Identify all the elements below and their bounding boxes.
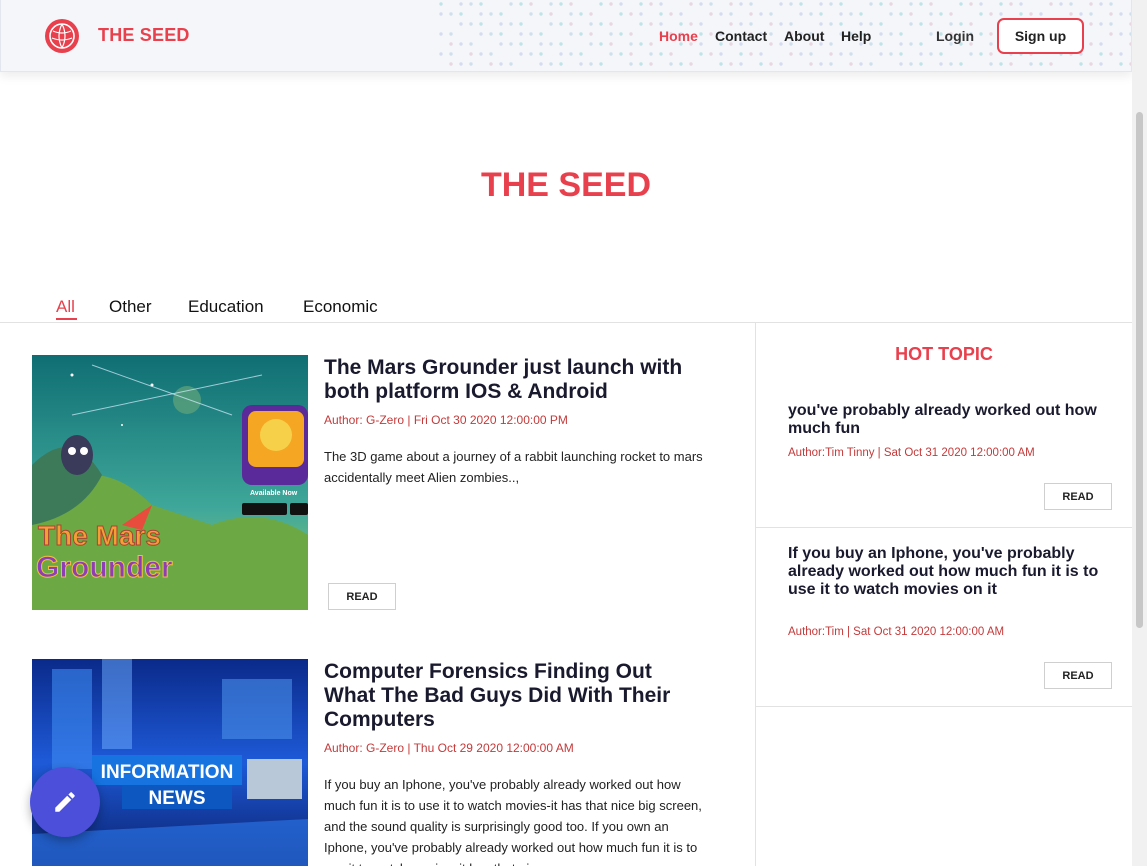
- brand-name[interactable]: THE SEED: [98, 25, 190, 46]
- read-button[interactable]: READ: [1044, 662, 1112, 689]
- pencil-icon: [55, 792, 75, 812]
- image-title-line1: The Mars: [38, 520, 161, 551]
- image-title-line2: NEWS: [149, 788, 206, 809]
- tab-economic[interactable]: Economic: [303, 297, 378, 317]
- post-title[interactable]: Computer Forensics Finding Out What The …: [324, 660, 704, 732]
- logo-globe-icon[interactable]: [45, 19, 79, 53]
- hero-title: THE SEED: [480, 166, 652, 204]
- tab-other[interactable]: Other: [109, 297, 152, 317]
- column-divider: [755, 322, 756, 866]
- page: THE SEED Home Contact About Help Login S…: [0, 0, 1147, 866]
- nav-contact[interactable]: Contact: [715, 28, 767, 44]
- nav-about[interactable]: About: [784, 28, 824, 44]
- read-button[interactable]: READ: [328, 583, 396, 610]
- hot-topic-divider: [756, 527, 1132, 528]
- hot-topic-item-title[interactable]: you've probably already worked out how m…: [788, 402, 1108, 438]
- hot-topic-item-meta: Author:Tim Tinny | Sat Oct 31 2020 12:00…: [788, 447, 1035, 459]
- write-post-button[interactable]: [30, 767, 100, 837]
- tab-all[interactable]: All: [56, 297, 75, 317]
- post-image-mars-grounder[interactable]: Available Now The Mars Grounder: [32, 355, 308, 610]
- post-title[interactable]: The Mars Grounder just launch with both …: [324, 356, 704, 404]
- read-button[interactable]: READ: [1044, 483, 1112, 510]
- hot-topic-divider: [756, 706, 1132, 707]
- post-description: The 3D game about a journey of a rabbit …: [324, 449, 703, 485]
- divider: [0, 322, 1132, 323]
- active-tab-indicator: [56, 318, 77, 320]
- image-available-text: Available Now: [250, 490, 298, 497]
- hot-topic-item-title[interactable]: If you buy an Iphone, you've probably al…: [788, 545, 1108, 599]
- hot-topic-item-meta: Author:Tim | Sat Oct 31 2020 12:00:00 AM: [788, 626, 1005, 638]
- signup-button[interactable]: Sign up: [997, 18, 1084, 54]
- nav-help[interactable]: Help: [841, 28, 871, 44]
- tab-education[interactable]: Education: [188, 297, 264, 317]
- image-title-line2: Grounder: [36, 551, 173, 584]
- post-description: If you buy an Iphone, you've probably al…: [324, 777, 702, 866]
- post-meta: Author: G-Zero | Fri Oct 30 2020 12:00:0…: [324, 413, 568, 427]
- image-title-line1: INFORMATION: [101, 762, 234, 783]
- scrollbar-thumb[interactable]: [1136, 112, 1143, 628]
- nav-home[interactable]: Home: [659, 28, 698, 44]
- navbar: THE SEED Home Contact About Help Login S…: [0, 0, 1132, 72]
- hot-topic-title: HOT TOPIC: [895, 344, 993, 364]
- post-meta: Author: G-Zero | Thu Oct 29 2020 12:00:0…: [324, 741, 574, 755]
- login-link[interactable]: Login: [936, 28, 974, 44]
